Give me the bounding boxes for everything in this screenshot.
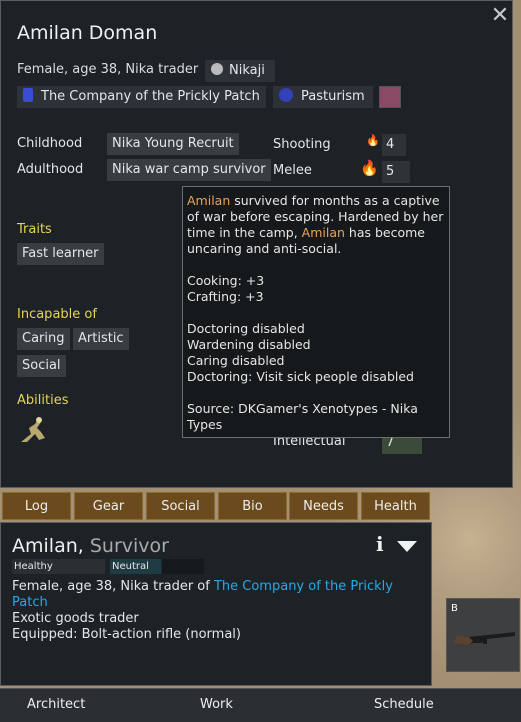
inspect-line1: Female, age 38, Nika trader of [12, 579, 214, 594]
tooltip-pawn-name: Amilan [301, 225, 345, 240]
shooting-skill-label: Shooting [273, 137, 331, 152]
inspect-tabs: Log Gear Social Bio Needs Health [0, 492, 432, 520]
inspect-name-text: Amilan [12, 535, 78, 557]
abilities-heading: Abilities [17, 393, 69, 408]
tooltip-crafting: Crafting: +3 [187, 289, 264, 304]
inspect-line3: Equipped: Bolt-action rifle (normal) [12, 627, 241, 642]
close-button[interactable]: ✕ [488, 4, 512, 28]
tooltip-disabled: Caring disabled [187, 353, 285, 368]
tab-health[interactable]: Health [361, 492, 430, 520]
adulthood-backstory[interactable]: Nika war camp survivor [107, 159, 271, 181]
passion-minor-icon: 🔥 [366, 134, 380, 147]
culture-label: Pasturism [301, 89, 365, 104]
weapon-quality-letter: B [451, 603, 458, 614]
faction-label: The Company of the Prickly Patch [41, 89, 260, 104]
faction-chip[interactable]: The Company of the Prickly Patch [17, 86, 266, 108]
rifle-icon [453, 632, 515, 645]
faction-icon [23, 88, 33, 102]
tab-needs[interactable]: Needs [289, 492, 358, 520]
work-button[interactable]: Work [200, 688, 233, 722]
incapable-caring[interactable]: Caring [17, 328, 70, 350]
tooltip-disabled: Doctoring disabled [187, 321, 305, 336]
tab-social[interactable]: Social [146, 492, 215, 520]
trait-fast-learner[interactable]: Fast learner [17, 243, 104, 265]
pawn-description: Female, age 38, Nika trader [17, 62, 199, 77]
inspect-title-text: Survivor [89, 535, 169, 557]
tab-log[interactable]: Log [2, 492, 71, 520]
tooltip-disabled: Doctoring: Visit sick people disabled [187, 369, 414, 384]
melee-skill-label: Melee [273, 163, 312, 178]
tab-bio[interactable]: Bio [218, 492, 287, 520]
inspect-description: Female, age 38, Nika trader of The Compa… [12, 579, 422, 643]
childhood-label: Childhood [17, 136, 83, 151]
chevron-down-icon[interactable] [396, 538, 418, 552]
passion-major-icon: 🔥 [360, 159, 379, 177]
ideoligion-label: Nikaji [229, 63, 265, 78]
tooltip-source: Source: DKGamer's Xenotypes - Nika Types [187, 401, 418, 432]
culture-chip[interactable]: Pasturism [273, 86, 373, 108]
tab-gear[interactable]: Gear [74, 492, 143, 520]
mood-status-bar[interactable]: Neutral [110, 559, 204, 574]
favorite-color-swatch[interactable] [379, 86, 401, 108]
shooting-skill-level[interactable]: 4 [382, 134, 406, 156]
ability-icon[interactable] [17, 414, 49, 446]
childhood-backstory[interactable]: Nika Young Recruit [107, 133, 239, 155]
pawn-full-name: Amilan Doman [17, 22, 158, 44]
tooltip-cooking: Cooking: +3 [187, 273, 265, 288]
inspect-pawn-name: Amilan, Survivor [12, 535, 169, 557]
incapable-social[interactable]: Social [17, 355, 66, 377]
tooltip-pawn-name: Amilan [187, 193, 231, 208]
info-icon[interactable]: i [376, 532, 384, 556]
ideoligion-chip[interactable]: Nikaji [205, 60, 275, 82]
inspect-line2: Exotic goods trader [12, 611, 139, 626]
traits-heading: Traits [17, 222, 52, 237]
health-status-bar[interactable]: Healthy [12, 559, 105, 574]
schedule-button[interactable]: Schedule [374, 688, 434, 722]
incapable-heading: Incapable of [17, 307, 97, 322]
incapable-artistic[interactable]: Artistic [73, 328, 129, 350]
tooltip-disabled: Wardening disabled [187, 337, 311, 352]
melee-skill-level[interactable]: 5 [382, 161, 410, 183]
ideoligion-icon [211, 63, 223, 75]
adulthood-label: Adulthood [17, 162, 84, 177]
backstory-tooltip: Amilan survived for months as a captive … [182, 186, 450, 438]
architect-button[interactable]: Architect [27, 688, 85, 722]
culture-icon [279, 88, 293, 102]
